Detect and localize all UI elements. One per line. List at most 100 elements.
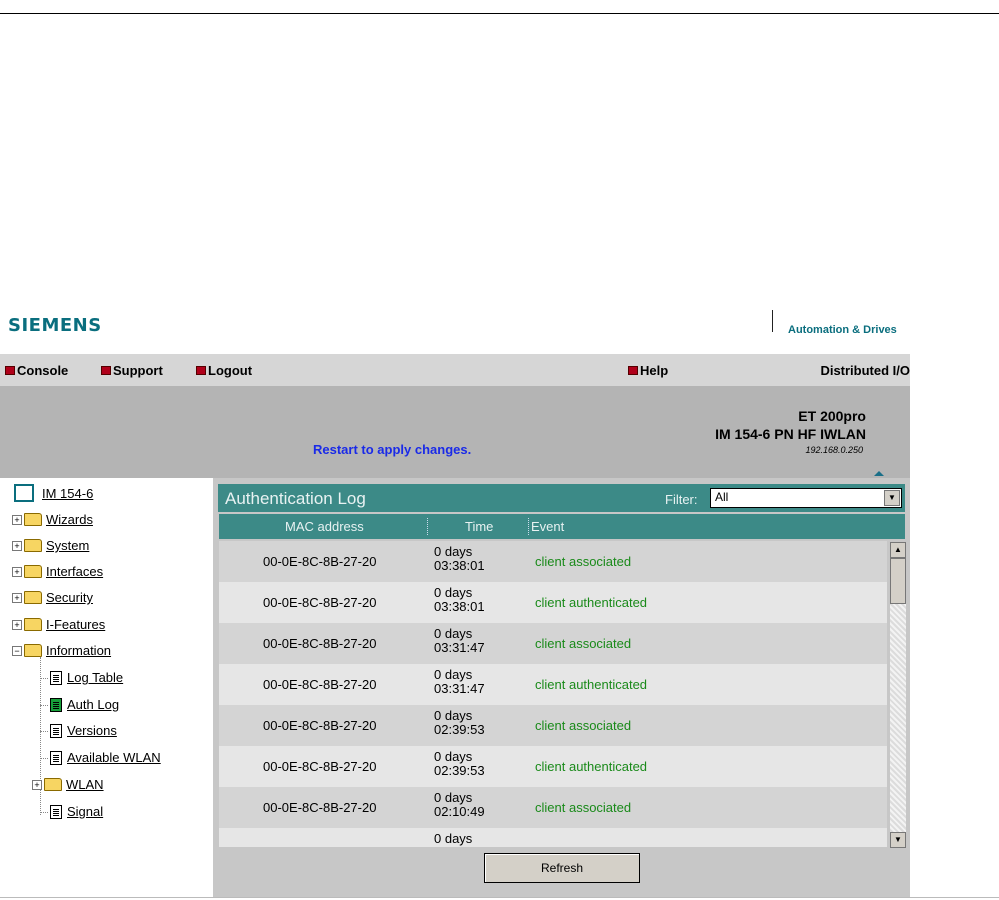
cell-time: 0 days 03:31:47 xyxy=(434,667,485,696)
document-selected-icon xyxy=(50,697,62,712)
navigation-tree: IM 154-6 + Wizards + System + Interfaces… xyxy=(0,478,213,898)
cell-time: 0 days 03:38:01 xyxy=(434,585,485,614)
tree-root[interactable]: IM 154-6 xyxy=(14,484,93,502)
nav-support[interactable]: Support xyxy=(101,363,163,378)
table-body: 00-0E-8C-8B-27-20 0 days 03:38:01 client … xyxy=(219,541,887,847)
tree-item-versions[interactable]: Versions xyxy=(50,723,117,738)
filter-value: All xyxy=(715,490,729,504)
cell-event: client associated xyxy=(535,718,632,733)
scroll-down-icon[interactable]: ▼ xyxy=(890,832,906,848)
scroll-thumb[interactable] xyxy=(890,558,906,604)
filter-label: Filter: xyxy=(665,492,698,507)
tree-item-label[interactable]: Available WLAN xyxy=(67,750,161,765)
tree-item-label[interactable]: Interfaces xyxy=(46,564,103,579)
nav-logout-label: Logout xyxy=(208,363,253,378)
table-row[interactable]: 00-0E-8C-8B-27-20 0 days 02:39:53 client … xyxy=(219,746,887,787)
tree-item-label[interactable]: WLAN xyxy=(66,777,104,792)
nav-support-label: Support xyxy=(113,363,163,378)
tree-item-label[interactable]: Security xyxy=(46,590,93,605)
table-header: MAC address Time Event xyxy=(219,514,905,539)
refresh-button[interactable]: Refresh xyxy=(484,853,640,883)
collapse-icon[interactable]: − xyxy=(12,645,22,656)
folder-icon xyxy=(24,565,42,578)
column-header-event[interactable]: Event xyxy=(531,519,564,534)
cell-time: 0 days 02:10:49 xyxy=(434,790,485,819)
nav-console[interactable]: Console xyxy=(5,363,68,378)
collapse-arrow-icon[interactable] xyxy=(874,471,884,476)
cell-time: 0 days 03:31:47 xyxy=(434,626,485,655)
table-row[interactable]: 0 days xyxy=(219,828,887,847)
tree-item-wizards[interactable]: + Wizards xyxy=(12,512,93,527)
filter-select[interactable]: All ▼ xyxy=(710,488,902,508)
cell-mac: 00-0E-8C-8B-27-20 xyxy=(263,554,377,569)
tree-item-available-wlan[interactable]: Available WLAN xyxy=(50,750,161,765)
cell-event: client associated xyxy=(535,636,632,651)
tree-item-label[interactable]: Signal xyxy=(67,804,103,819)
bottom-rule xyxy=(0,897,999,898)
scroll-up-icon[interactable]: ▲ xyxy=(890,542,906,558)
cell-mac: 00-0E-8C-8B-27-20 xyxy=(263,718,377,733)
table-row[interactable]: 00-0E-8C-8B-27-20 0 days 03:38:01 client … xyxy=(219,582,887,623)
tree-guide xyxy=(40,812,48,814)
table-row[interactable]: 00-0E-8C-8B-27-20 0 days 02:10:49 client … xyxy=(219,787,887,828)
tree-item-label[interactable]: Information xyxy=(46,643,111,658)
device-icon xyxy=(14,484,34,502)
expand-icon[interactable]: + xyxy=(12,592,22,603)
tree-root-label[interactable]: IM 154-6 xyxy=(42,486,93,501)
tree-item-label[interactable]: Versions xyxy=(67,723,117,738)
expand-icon[interactable]: + xyxy=(32,779,42,790)
tree-item-log-table[interactable]: Log Table xyxy=(50,670,123,685)
tree-item-label[interactable]: I-Features xyxy=(46,617,105,632)
chevron-down-icon[interactable]: ▼ xyxy=(884,490,900,506)
document-icon xyxy=(50,750,62,765)
nav-logout[interactable]: Logout xyxy=(196,363,252,378)
table-row[interactable]: 00-0E-8C-8B-27-20 0 days 02:39:53 client … xyxy=(219,705,887,746)
open-folder-icon xyxy=(24,644,42,657)
expand-icon[interactable]: + xyxy=(12,514,22,525)
tree-item-wlan[interactable]: + WLAN xyxy=(32,777,104,792)
table-row[interactable]: 00-0E-8C-8B-27-20 0 days 03:31:47 client … xyxy=(219,623,887,664)
cell-time: 0 days xyxy=(434,831,473,846)
cell-mac: 00-0E-8C-8B-27-20 xyxy=(263,759,377,774)
tree-item-signal[interactable]: Signal xyxy=(50,804,103,819)
brand-divider xyxy=(772,310,773,332)
nav-help[interactable]: Help xyxy=(628,363,668,378)
column-separator xyxy=(528,518,529,535)
tree-item-label[interactable]: Auth Log xyxy=(67,697,119,712)
red-square-icon xyxy=(101,366,111,375)
product-title: ET 200pro xyxy=(798,408,866,424)
red-square-icon xyxy=(5,366,15,375)
tree-guide xyxy=(40,678,48,680)
content-panel: Authentication Log Filter: All ▼ MAC add… xyxy=(213,478,910,898)
table-row[interactable]: 00-0E-8C-8B-27-20 0 days 03:31:47 client … xyxy=(219,664,887,705)
tree-item-information[interactable]: − Information xyxy=(12,643,111,658)
nav-console-label: Console xyxy=(17,363,69,378)
cell-mac: 00-0E-8C-8B-27-20 xyxy=(263,636,377,651)
column-header-mac[interactable]: MAC address xyxy=(285,519,364,534)
distributed-io-label: Distributed I/O xyxy=(820,363,910,378)
tree-item-label[interactable]: Log Table xyxy=(67,670,123,685)
tree-item-label[interactable]: System xyxy=(46,538,89,553)
cell-time: 0 days 02:39:53 xyxy=(434,749,485,778)
folder-icon xyxy=(24,618,42,631)
web-app: SIEMENS Automation & Drives Console Supp… xyxy=(0,290,910,900)
expand-icon[interactable]: + xyxy=(12,566,22,577)
cell-mac: 00-0E-8C-8B-27-20 xyxy=(263,677,377,692)
table-row[interactable]: 00-0E-8C-8B-27-20 0 days 03:38:01 client … xyxy=(219,541,887,582)
red-square-icon xyxy=(628,366,638,375)
nav-help-label: Help xyxy=(640,363,669,378)
restart-notice[interactable]: Restart to apply changes. xyxy=(313,442,471,457)
tree-item-i-features[interactable]: + I-Features xyxy=(12,617,105,632)
expand-icon[interactable]: + xyxy=(12,540,22,551)
cell-time: 0 days 03:38:01 xyxy=(434,544,485,573)
expand-icon[interactable]: + xyxy=(12,619,22,630)
tree-item-interfaces[interactable]: + Interfaces xyxy=(12,564,103,579)
tree-item-auth-log[interactable]: Auth Log xyxy=(50,697,119,712)
folder-icon xyxy=(24,513,42,526)
column-header-time[interactable]: Time xyxy=(465,519,493,534)
tree-item-security[interactable]: + Security xyxy=(12,590,93,605)
vertical-scrollbar[interactable]: ▲ ▼ xyxy=(890,542,906,848)
tree-item-label[interactable]: Wizards xyxy=(46,512,93,527)
tree-item-system[interactable]: + System xyxy=(12,538,89,553)
document-icon xyxy=(50,670,62,685)
